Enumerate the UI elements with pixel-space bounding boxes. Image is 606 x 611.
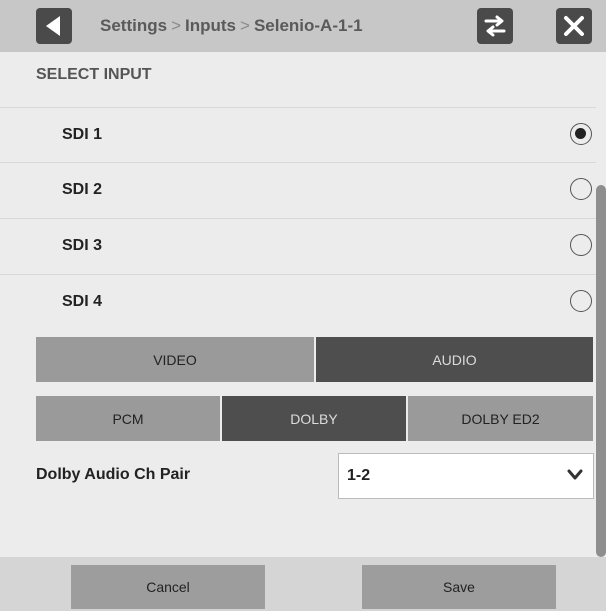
dolby-pair-label: Dolby Audio Ch Pair <box>36 466 191 483</box>
tab-pcm[interactable]: PCM <box>36 396 220 441</box>
save-button[interactable]: Save <box>362 565 556 609</box>
swap-button[interactable] <box>477 8 513 44</box>
tab-audio[interactable]: AUDIO <box>316 337 593 382</box>
input-option-sdi-1[interactable]: SDI 1 <box>0 107 596 162</box>
tab-video[interactable]: VIDEO <box>36 337 314 382</box>
breadcrumb: Settings > Inputs > Selenio-A-1-1 <box>100 16 363 38</box>
radio-button[interactable] <box>570 290 592 312</box>
breadcrumb-separator: > <box>171 16 181 35</box>
close-icon <box>564 16 584 36</box>
radio-button[interactable] <box>570 178 592 200</box>
input-option-label: SDI 3 <box>62 237 103 254</box>
radio-button[interactable] <box>570 234 592 256</box>
tab-dolby-ed2[interactable]: DOLBY ED2 <box>408 396 593 441</box>
input-option-label: SDI 2 <box>62 181 103 198</box>
cancel-button[interactable]: Cancel <box>71 565 265 609</box>
breadcrumb-settings[interactable]: Settings <box>100 16 167 35</box>
section-title: SELECT INPUT <box>36 66 152 83</box>
close-button[interactable] <box>556 8 592 44</box>
tab-dolby[interactable]: DOLBY <box>222 396 406 441</box>
breadcrumb-current: Selenio-A-1-1 <box>253 16 363 35</box>
back-button[interactable] <box>36 8 72 44</box>
input-option-sdi-3[interactable]: SDI 3 <box>0 218 596 273</box>
input-option-label: SDI 1 <box>62 126 103 143</box>
scrollbar[interactable] <box>596 185 606 557</box>
swap-icon <box>484 15 506 37</box>
back-icon <box>46 16 60 36</box>
dropdown-value: 1-2 <box>347 467 371 484</box>
footer-bar: Cancel Save <box>0 557 606 611</box>
input-option-label: SDI 4 <box>62 293 103 310</box>
input-option-sdi-2[interactable]: SDI 2 <box>0 162 596 217</box>
chevron-down-icon <box>567 469 583 480</box>
breadcrumb-inputs[interactable]: Inputs <box>185 16 236 35</box>
radio-button-selected[interactable] <box>570 123 592 145</box>
breadcrumb-separator: > <box>240 16 250 35</box>
input-option-sdi-4[interactable]: SDI 4 <box>0 274 596 329</box>
header-bar: Settings > Inputs > Selenio-A-1-1 <box>0 0 606 52</box>
dolby-pair-dropdown[interactable]: 1-2 <box>338 453 594 499</box>
